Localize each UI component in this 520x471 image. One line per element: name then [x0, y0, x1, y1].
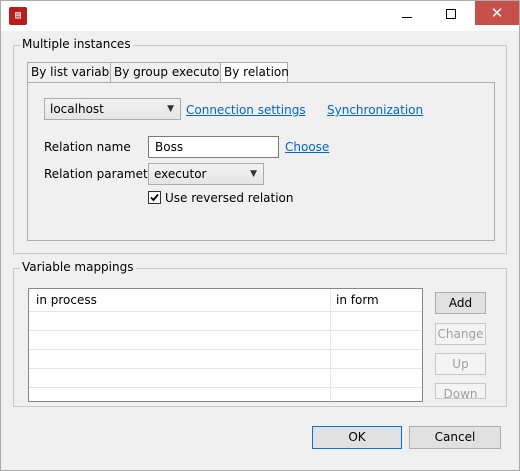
- app-logo-icon: ▤: [9, 7, 27, 25]
- up-button[interactable]: Up: [435, 353, 486, 375]
- change-button[interactable]: Change: [435, 323, 486, 345]
- maximize-button[interactable]: [429, 1, 473, 25]
- cancel-button[interactable]: Cancel: [409, 426, 501, 449]
- host-select[interactable]: localhost ▼: [44, 98, 181, 120]
- choose-link[interactable]: Choose: [285, 140, 329, 154]
- use-reversed-relation-label: Use reversed relation: [165, 191, 294, 205]
- ok-button[interactable]: OK: [312, 426, 402, 449]
- minimize-button[interactable]: [385, 1, 429, 25]
- down-button[interactable]: Down: [435, 383, 486, 399]
- table-header: in process in form: [29, 289, 422, 312]
- variable-mappings-label: Variable mappings: [20, 260, 136, 274]
- title-bar: ▤ ✕: [1, 1, 519, 31]
- relation-parameter-select[interactable]: executor ▼: [148, 163, 264, 185]
- add-button[interactable]: Add: [435, 292, 486, 314]
- tab-by-relation[interactable]: By relation: [220, 62, 289, 84]
- multiple-instances-label: Multiple instances: [20, 37, 133, 51]
- row-divider: [29, 387, 422, 388]
- checkmark-icon: [150, 193, 159, 202]
- column-header-in-process[interactable]: in process: [36, 293, 97, 307]
- tab-by-group-executors[interactable]: By group executors: [110, 62, 231, 83]
- maximize-icon: [446, 9, 456, 19]
- synchronization-link[interactable]: Synchronization: [327, 103, 423, 117]
- column-header-in-form[interactable]: in form: [336, 293, 379, 307]
- use-reversed-relation-checkbox[interactable]: [148, 191, 161, 204]
- row-divider: [29, 330, 422, 331]
- connection-settings-link[interactable]: Connection settings: [186, 103, 306, 117]
- relation-parameter-label: Relation parameter: [44, 167, 161, 181]
- row-divider: [29, 368, 422, 369]
- mappings-table[interactable]: in process in form: [28, 288, 423, 402]
- relation-name-input[interactable]: Boss: [148, 136, 279, 158]
- tab-by-list-variable[interactable]: By list variable: [27, 62, 120, 83]
- host-select-value: localhost: [50, 102, 104, 116]
- close-icon: ✕: [490, 4, 504, 22]
- chevron-down-icon: ▼: [250, 169, 257, 179]
- row-divider: [29, 349, 422, 350]
- close-button[interactable]: ✕: [475, 1, 519, 25]
- minimize-icon: [402, 17, 412, 18]
- relation-name-label: Relation name: [44, 140, 131, 154]
- column-divider: [330, 289, 331, 401]
- relation-parameter-value: executor: [154, 167, 207, 181]
- chevron-down-icon: ▼: [167, 104, 174, 114]
